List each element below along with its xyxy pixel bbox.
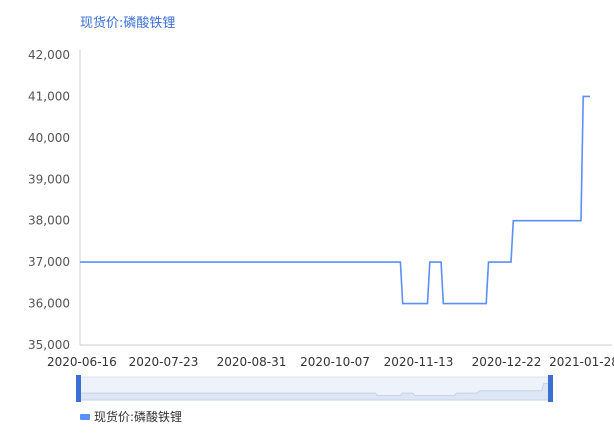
y-tick-label: 39,000 — [28, 172, 70, 186]
x-tick-label: 2020-11-13 — [384, 355, 454, 369]
series-layer — [80, 95, 590, 305]
legend-label: 现货价:磷酸铁锂 — [94, 410, 183, 424]
legend-swatch-icon — [80, 413, 90, 420]
zoom-handle-left[interactable] — [76, 375, 81, 402]
line-chart: 42,000 41,000 40,000 39,000 38,000 37,000 36,0… — [28, 48, 614, 402]
legend[interactable]: 现货价:磷酸铁锂 — [80, 408, 182, 425]
y-axis: 42,000 41,000 40,000 39,000 38,000 37,000 36,0… — [28, 48, 81, 352]
y-tick-label: 37,000 — [28, 255, 70, 269]
zoom-handle-right[interactable] — [548, 375, 553, 402]
x-tick-label: 2020-12-22 — [472, 355, 542, 369]
y-tick-label: 36,000 — [28, 297, 70, 311]
y-tick-label: 38,000 — [28, 214, 70, 228]
y-tick-label: 35,000 — [28, 338, 70, 352]
x-tick-label: 2020-06-16 — [47, 355, 117, 369]
x-tick-label: 2021-01-28 — [549, 355, 614, 369]
x-tick-label: 2020-07-23 — [129, 355, 199, 369]
series-line[interactable] — [80, 95, 590, 305]
data-zoom-slider[interactable] — [76, 375, 553, 402]
x-tick-label: 2020-08-31 — [217, 355, 287, 369]
y-tick-label: 41,000 — [28, 89, 70, 103]
y-tick-label: 42,000 — [28, 48, 70, 62]
x-axis: 2020-06-16 2020-07-23 2020-08-31 2020-10-07… — [47, 344, 614, 369]
y-tick-label: 40,000 — [28, 131, 70, 145]
x-tick-label: 2020-10-07 — [300, 355, 370, 369]
